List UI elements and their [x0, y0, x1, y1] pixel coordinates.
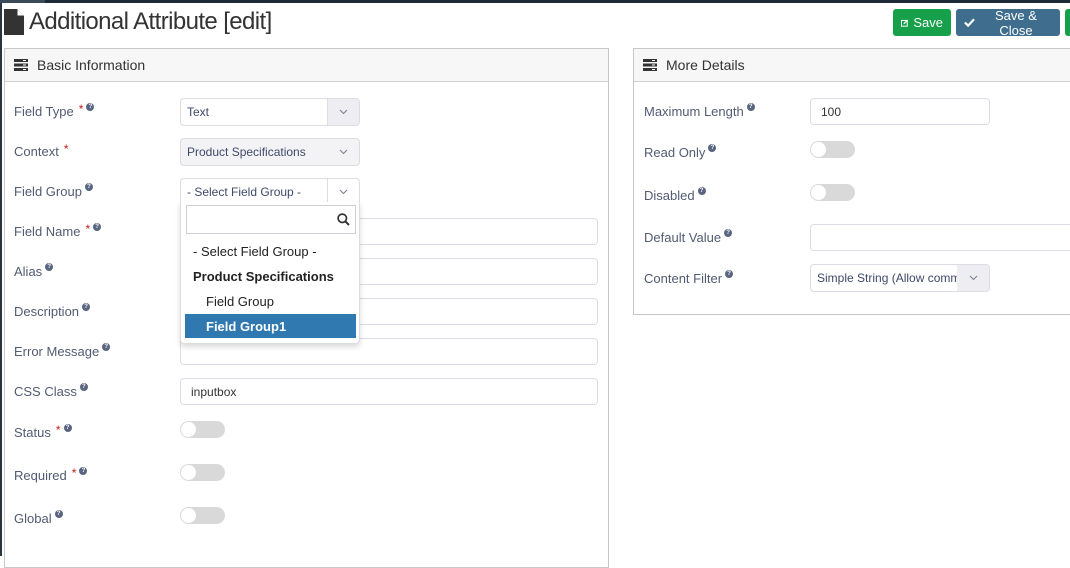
list-icon: [14, 59, 28, 71]
description-label: Description?: [14, 303, 91, 319]
help-icon[interactable]: ?: [724, 229, 733, 237]
help-icon[interactable]: ?: [708, 144, 717, 152]
select-value: Product Specifications: [187, 145, 306, 159]
error-message-label: Error Message?: [14, 343, 111, 359]
max-length-label: Maximum Length?: [644, 103, 755, 119]
field-group-label: Field Group?: [14, 183, 93, 199]
select-value: - Select Field Group -: [187, 185, 302, 199]
panel-header: More Details: [634, 49, 1070, 82]
max-length-input[interactable]: 100: [810, 98, 990, 125]
save-label: Save: [913, 15, 943, 30]
select-value: Simple String (Allow comm: [817, 271, 957, 285]
help-icon[interactable]: ?: [93, 223, 102, 231]
field-group-dropdown: - Select Field Group - Product Specifica…: [180, 202, 360, 344]
top-bar: [0, 0, 1070, 3]
more-actions-button[interactable]: [1065, 9, 1070, 36]
toolbar: Save Save & Close: [893, 7, 1070, 38]
label-text: Field Group: [14, 184, 82, 199]
edit-icon: [901, 19, 909, 27]
dropdown-option-highlighted[interactable]: Field Group1: [185, 314, 356, 338]
save-close-label: Save & Close: [995, 7, 1037, 38]
label-text: Description: [14, 304, 80, 319]
help-icon[interactable]: ?: [54, 510, 63, 518]
panel-title: Basic Information: [37, 57, 146, 73]
default-value-label: Default Value?: [644, 229, 733, 245]
css-class-input[interactable]: inputbox: [180, 378, 598, 405]
label-text: Field Type: [14, 104, 74, 119]
help-icon[interactable]: ?: [79, 383, 88, 391]
help-icon[interactable]: ?: [697, 187, 706, 195]
content-filter-select[interactable]: Simple String (Allow comm: [810, 264, 990, 292]
help-icon[interactable]: ?: [84, 183, 93, 191]
label-text: Global: [14, 511, 52, 526]
alias-label: Alias?: [14, 263, 54, 279]
page-title: Additional Attribute [edit]: [4, 8, 272, 36]
label-text: Read Only: [644, 145, 706, 160]
left-edge: [0, 3, 2, 556]
label-text: Disabled: [644, 188, 695, 203]
required-marker: *: [63, 142, 69, 156]
label-text: Maximum Length: [644, 104, 744, 119]
required-marker: *: [55, 423, 61, 437]
help-icon[interactable]: ?: [725, 270, 734, 278]
context-label: Context *: [14, 142, 69, 159]
label-text: Status: [14, 425, 51, 440]
label-text: Error Message: [14, 344, 100, 359]
disabled-toggle[interactable]: [810, 184, 855, 201]
field-name-label: Field Name *?: [14, 222, 102, 239]
help-icon[interactable]: ?: [102, 343, 111, 351]
label-text: Content Filter: [644, 271, 723, 286]
required-marker: *: [85, 222, 91, 236]
required-marker: *: [71, 466, 77, 480]
help-icon[interactable]: ?: [63, 424, 72, 432]
document-icon: [4, 9, 24, 35]
read-only-label: Read Only?: [644, 144, 717, 160]
css-class-label: CSS Class?: [14, 383, 88, 399]
check-icon: [964, 18, 975, 28]
label-text: CSS Class: [14, 384, 77, 399]
label-text: Context: [14, 144, 59, 159]
required-label: Required *?: [14, 466, 88, 483]
content-filter-label: Content Filter?: [644, 270, 734, 286]
global-label: Global?: [14, 510, 63, 526]
help-icon[interactable]: ?: [79, 467, 88, 475]
read-only-toggle[interactable]: [810, 141, 855, 158]
field-type-label: Field Type *?: [14, 102, 95, 119]
label-text: Default Value: [644, 230, 722, 245]
select-value: Text: [187, 105, 210, 119]
panel-header: Basic Information: [5, 49, 608, 82]
dropdown-search-input[interactable]: [186, 205, 356, 234]
page-title-text: Additional Attribute [edit]: [29, 8, 272, 35]
label-text: Alias: [14, 264, 43, 279]
chevron-down-icon: [957, 265, 989, 291]
search-icon: [337, 213, 350, 226]
label-text: Field Name: [14, 224, 81, 239]
help-icon[interactable]: ?: [82, 303, 91, 311]
status-toggle[interactable]: [180, 421, 225, 438]
global-toggle[interactable]: [180, 507, 225, 524]
default-value-input[interactable]: [810, 224, 1070, 251]
dropdown-group-label: Product Specifications: [193, 268, 334, 284]
required-marker: *: [78, 102, 84, 116]
list-icon: [643, 59, 657, 71]
panel-title: More Details: [666, 57, 745, 73]
status-label: Status *?: [14, 423, 72, 440]
save-button[interactable]: Save: [893, 9, 951, 36]
chevron-down-icon: [327, 139, 359, 165]
chevron-down-icon: [327, 99, 359, 125]
dropdown-option[interactable]: - Select Field Group -: [185, 239, 356, 263]
help-icon[interactable]: ?: [45, 263, 54, 271]
field-type-select[interactable]: Text: [180, 98, 360, 126]
help-icon[interactable]: ?: [86, 103, 95, 111]
disabled-label: Disabled?: [644, 187, 706, 203]
help-icon[interactable]: ?: [746, 103, 755, 111]
label-text: Required: [14, 468, 67, 483]
context-select[interactable]: Product Specifications: [180, 138, 360, 166]
save-close-button[interactable]: Save & Close: [956, 7, 1060, 38]
required-toggle[interactable]: [180, 464, 225, 481]
dropdown-option[interactable]: Field Group: [185, 289, 356, 313]
